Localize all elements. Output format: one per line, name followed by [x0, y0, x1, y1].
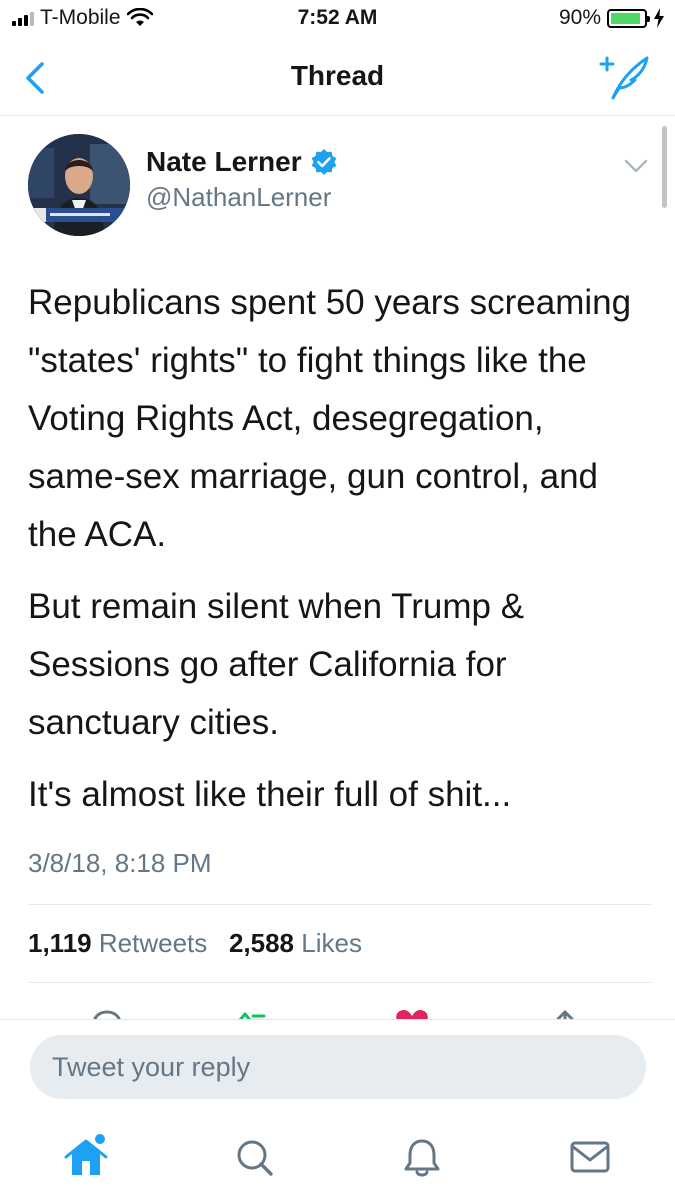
retweets-label: Retweets: [98, 928, 208, 958]
likes-label: Likes: [301, 928, 362, 958]
retweets-count: 1,119: [28, 928, 92, 958]
author-name-row[interactable]: Nate Lerner: [146, 146, 338, 178]
verified-badge-icon: [311, 149, 337, 175]
tweet-text: Republicans spent 50 years screaming "st…: [28, 274, 648, 838]
avatar[interactable]: [28, 134, 130, 236]
battery-icon: [607, 8, 650, 28]
status-bar: T-Mobile 7:52 AM 90%: [0, 0, 675, 40]
divider: [28, 904, 651, 905]
page-title: Thread: [290, 60, 385, 91]
divider: [28, 982, 651, 983]
likes-link[interactable]: 2,588 Likes: [229, 928, 362, 958]
tweet-paragraph: Republicans spent 50 years screaming "st…: [28, 283, 632, 554]
retweets-link[interactable]: 1,119 Retweets: [28, 928, 207, 958]
nav-bar: Thread: [0, 40, 675, 116]
mail-icon[interactable]: [564, 1131, 616, 1183]
tweet-paragraph: It's almost like their full of shit...: [28, 775, 512, 814]
engagement-counts: 1,119 Retweets 2,588 Likes: [28, 928, 362, 959]
author-handle[interactable]: @NathanLerner: [146, 182, 331, 213]
reply-bar: [0, 1019, 675, 1119]
compose-tweet-icon[interactable]: [599, 54, 651, 100]
tweet-timestamp: 3/8/18, 8:18 PM: [28, 848, 212, 878]
bell-icon[interactable]: [396, 1131, 448, 1183]
battery-percent: 90%: [558, 6, 601, 29]
search-icon[interactable]: [228, 1131, 280, 1183]
tab-bar: [0, 1119, 675, 1200]
scrollbar[interactable]: [662, 126, 667, 208]
likes-count: 2,588: [228, 928, 295, 958]
battery-group: 90%: [559, 6, 665, 30]
chevron-down-icon[interactable]: [623, 156, 649, 176]
reply-input[interactable]: [30, 1035, 646, 1099]
charging-icon: [654, 8, 664, 28]
tweet-paragraph: But remain silent when Trump & Sessions …: [28, 587, 525, 742]
home-icon[interactable]: [60, 1131, 112, 1183]
author-name[interactable]: Nate Lerner: [146, 146, 302, 178]
